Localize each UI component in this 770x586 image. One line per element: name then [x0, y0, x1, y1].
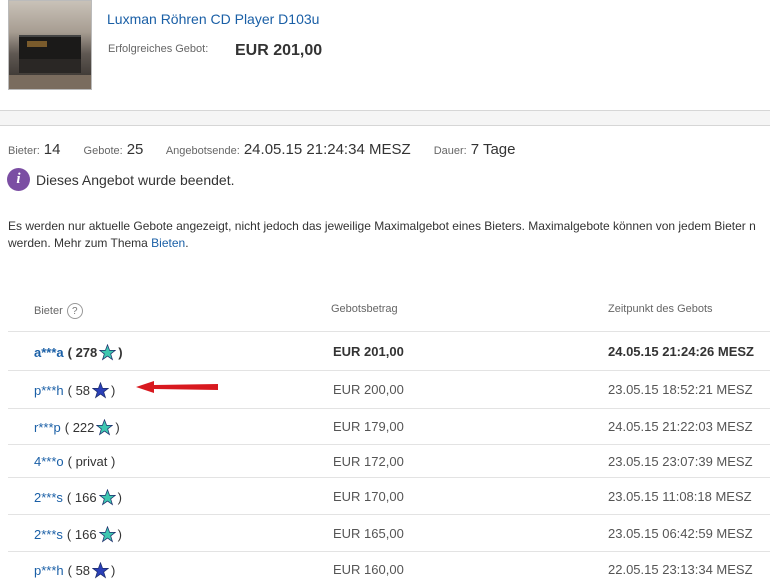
feedback-score: ( 166	[66, 527, 97, 542]
bid-amount: EUR 160,00	[333, 562, 404, 577]
winning-bid-label: Erfolgreiches Gebot:	[108, 43, 209, 55]
bid-time: 24.05.15 21:24:26 MESZ	[608, 344, 754, 359]
turquoise-star-icon[interactable]	[96, 419, 114, 436]
feedback-score: ( 166	[66, 490, 97, 505]
item-thumbnail[interactable]	[8, 0, 92, 90]
blue-star-icon[interactable]	[92, 382, 110, 399]
feedback-close: )	[115, 420, 120, 435]
header-time: Zeitpunkt des Gebots	[608, 303, 713, 315]
end-value: 24.05.15 21:24:34 MESZ	[243, 141, 411, 158]
header-amount: Gebotsbetrag	[331, 303, 398, 315]
ended-notice: i Dieses Angebot wurde beendet.	[7, 168, 234, 191]
feedback-close: )	[118, 345, 123, 360]
thumbnail-display	[27, 41, 47, 47]
bid-time: 23.05.15 11:08:18 MESZ	[608, 489, 752, 504]
feedback-close: )	[117, 490, 122, 505]
turquoise-star-icon[interactable]	[98, 489, 116, 506]
bid-amount: EUR 179,00	[333, 419, 404, 434]
bidder-name-link[interactable]: 2***s	[34, 490, 63, 505]
info-line1: Es werden nur aktuelle Gebote angezeigt,…	[8, 219, 756, 233]
table-row: p***h( 58) EUR 160,00 22.05.15 23:13:34 ME…	[8, 551, 770, 586]
feedback-score: ( 58	[67, 383, 91, 398]
bid-info-text: Es werden nur aktuelle Gebote angezeigt,…	[8, 218, 770, 252]
bidder-name-link[interactable]: p***h	[34, 563, 64, 578]
bid-time: 23.05.15 23:07:39 MESZ	[608, 454, 753, 469]
blue-star-icon[interactable]	[92, 562, 110, 579]
header-bidder: Bieter?	[34, 303, 83, 319]
bid-time: 23.05.15 06:42:59 MESZ	[608, 526, 753, 541]
bidder-name-link[interactable]: 4***o	[34, 454, 64, 469]
bid-amount: EUR 170,00	[333, 489, 404, 504]
bids-value: 25	[126, 141, 144, 158]
bidder-cell: p***h( 58)	[34, 562, 115, 579]
bid-time: 24.05.15 21:22:03 MESZ	[608, 419, 753, 434]
bidder-cell: p***h( 58)	[34, 382, 115, 399]
bid-amount: EUR 165,00	[333, 526, 404, 541]
feedback-close: )	[111, 383, 116, 398]
bid-amount: EUR 201,00	[333, 344, 404, 359]
thumbnail-shelf	[9, 75, 91, 89]
bidder-name-link[interactable]: r***p	[34, 420, 61, 435]
bidder-name-link[interactable]: p***h	[34, 383, 64, 398]
turquoise-star-icon[interactable]	[99, 344, 117, 361]
item-title-link[interactable]: Luxman Röhren CD Player D103u	[107, 11, 319, 27]
feedback-score: ( 222	[64, 420, 95, 435]
info-after-link: .	[185, 236, 189, 250]
bid-time: 22.05.15 23:13:34 MESZ	[608, 562, 753, 577]
ended-notice-text: Dieses Angebot wurde beendet.	[36, 171, 235, 188]
bidder-cell: 2***s( 166)	[34, 489, 122, 506]
table-row: 2***s( 166) EUR 165,00 23.05.15 06:42:59 M…	[8, 514, 770, 551]
bid-amount: EUR 200,00	[333, 382, 404, 397]
red-arrow-annotation	[136, 381, 218, 393]
bid-stats: Bieter: 14 Gebote: 25 Angebotsende: 24.05.1…	[8, 141, 535, 158]
info-icon: i	[7, 168, 30, 191]
end-label: Angebotsende:	[165, 145, 240, 157]
header-bidder-label: Bieter	[34, 304, 63, 317]
section-divider	[0, 110, 770, 126]
feedback-close: )	[111, 563, 116, 578]
bidder-cell: 4***o( privat )	[34, 454, 115, 469]
bids-label: Gebote:	[83, 145, 123, 157]
bidder-cell: r***p( 222)	[34, 419, 120, 436]
bid-amount: EUR 172,00	[333, 454, 404, 469]
winning-bid-value: EUR 201,00	[235, 42, 323, 59]
bidder-name-link[interactable]: a***a	[34, 345, 64, 360]
feedback-score: ( privat )	[67, 454, 116, 469]
duration-label: Dauer:	[433, 145, 467, 157]
bid-time: 23.05.15 18:52:21 MESZ	[608, 382, 753, 397]
bieten-link[interactable]: Bieten	[151, 236, 185, 250]
info-line2: werden. Mehr zum Thema	[8, 236, 152, 250]
table-row: r***p( 222) EUR 179,00 24.05.15 21:22:03 M…	[8, 408, 770, 444]
bidders-label: Bieter:	[8, 145, 40, 157]
turquoise-star-icon[interactable]	[98, 526, 116, 543]
help-icon[interactable]: ?	[66, 303, 83, 319]
duration-value: 7 Tage	[470, 141, 516, 158]
feedback-score: ( 278	[67, 345, 98, 360]
thumbnail-cd-player	[19, 35, 81, 59]
thumbnail-amp	[19, 59, 81, 73]
bidder-name-link[interactable]: 2***s	[34, 527, 63, 542]
table-row: 4***o( privat ) EUR 172,00 23.05.15 23:07:…	[8, 444, 770, 477]
table-row: a***a( 278) EUR 201,00 24.05.15 21:24:26 M…	[8, 331, 770, 370]
bidder-cell: a***a( 278)	[34, 344, 123, 361]
table-row: 2***s( 166) EUR 170,00 23.05.15 11:08:18 M…	[8, 477, 770, 514]
bidder-cell: 2***s( 166)	[34, 526, 122, 543]
feedback-score: ( 58	[67, 563, 91, 578]
red-arrow-shape	[136, 381, 218, 393]
bidders-value: 14	[43, 141, 61, 158]
table-row: p***h( 58) EUR 200,00 23.05.15 18:52:21 ME…	[8, 370, 770, 408]
feedback-close: )	[117, 527, 122, 542]
